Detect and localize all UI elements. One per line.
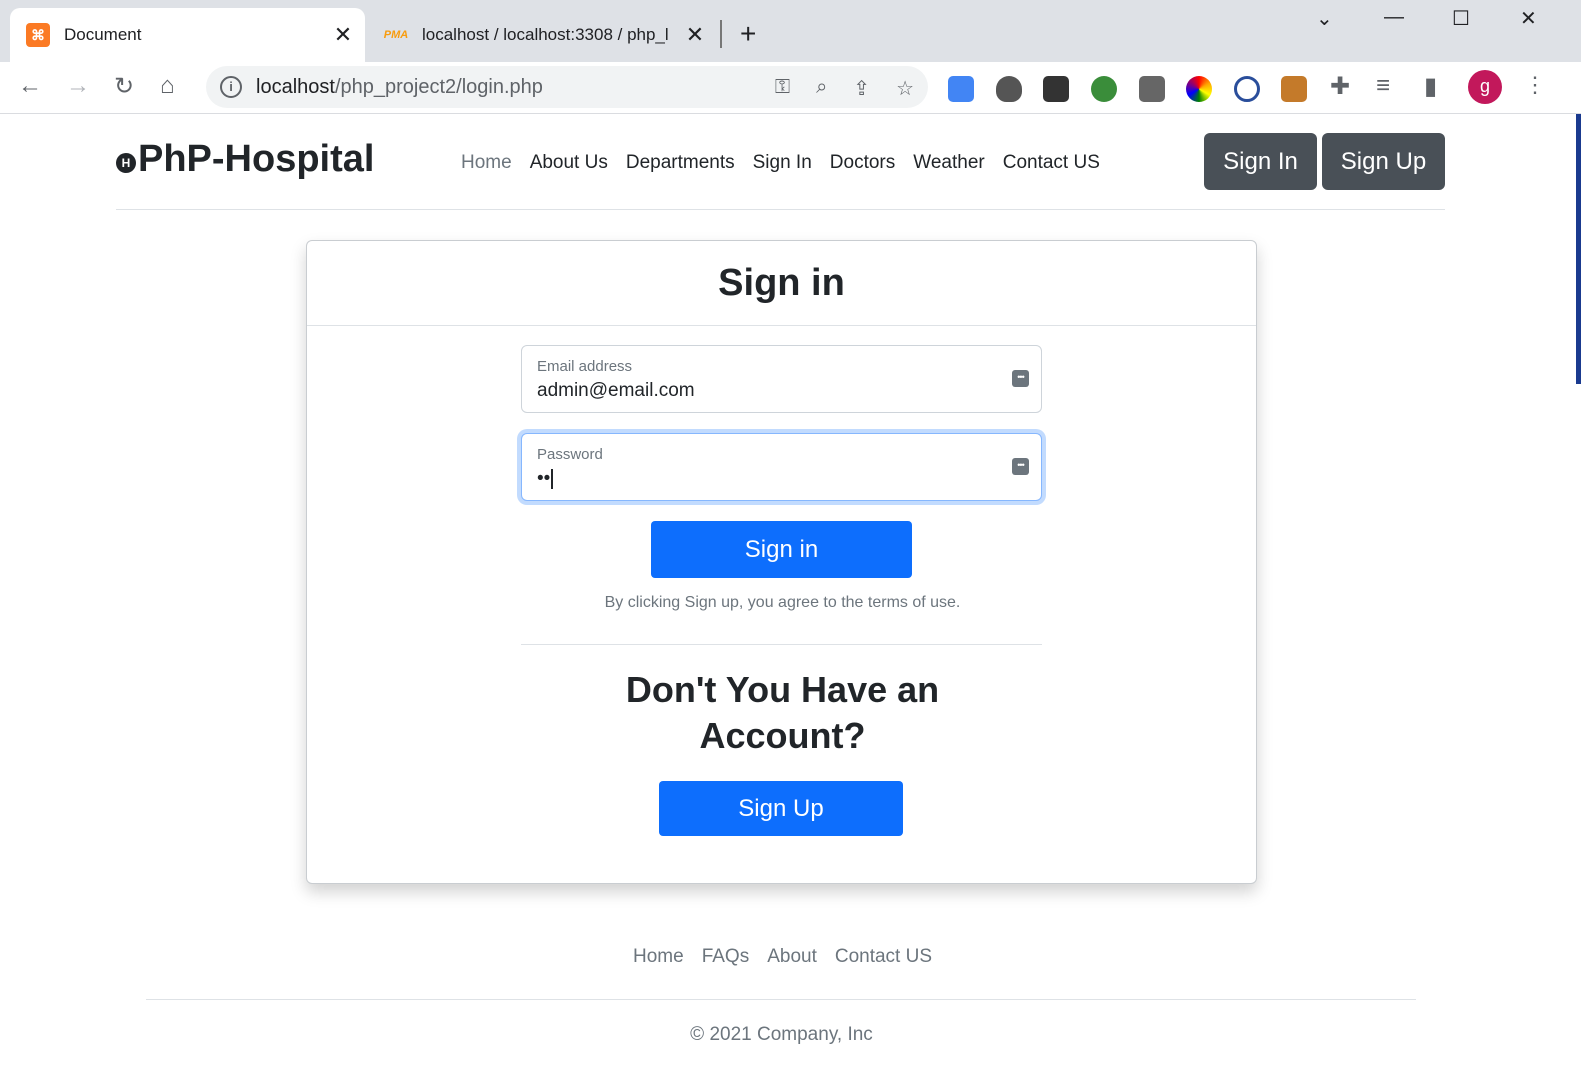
footer-home-link[interactable]: Home	[624, 946, 693, 968]
footer-contact-link[interactable]: Contact US	[826, 946, 941, 968]
nav-home[interactable]: Home	[452, 152, 521, 174]
no-account-heading: Don't You Have an Account?	[307, 667, 1258, 759]
back-icon[interactable]: ←	[18, 72, 42, 100]
footer-nav: Home FAQs About Contact US	[624, 946, 941, 968]
key-icon[interactable]: ⚿	[775, 76, 790, 101]
terms-text: By clicking Sign up, you agree to the te…	[604, 594, 961, 611]
sign-in-card: Sign in Email address admin@email.com ••…	[306, 240, 1257, 884]
url-host: localhost	[256, 75, 335, 98]
text-caret	[551, 468, 554, 489]
scrollbar-thumb[interactable]	[1576, 114, 1581, 384]
window-close-icon[interactable]: ✕	[1520, 6, 1537, 31]
sign-in-submit-button[interactable]: Sign in	[651, 521, 912, 578]
url-path: /php_project2/login.php	[334, 75, 543, 98]
hospital-logo-icon: H	[116, 152, 136, 173]
color-picker-extension-icon[interactable]	[1186, 76, 1212, 102]
footer-faqs-link[interactable]: FAQs	[693, 946, 759, 968]
address-bar[interactable]: i localhost/php_project2/login.php ⚿ ⌕ ⇪…	[206, 66, 928, 108]
sign-up-button[interactable]: Sign Up	[659, 781, 903, 836]
tab-phpmyadmin[interactable]: PMA localhost / localhost:3308 / php_l ✕	[372, 8, 717, 62]
password-value: ••	[537, 468, 554, 490]
nav-contact-us[interactable]: Contact US	[994, 152, 1109, 174]
home-icon[interactable]: ⌂	[160, 72, 175, 100]
phpmyadmin-icon: PMA	[383, 29, 409, 41]
card-title: Sign in	[307, 241, 1256, 326]
close-tab-icon[interactable]: ✕	[683, 22, 707, 48]
email-field[interactable]: Email address admin@email.com •••	[521, 345, 1042, 413]
tab-document[interactable]: ⌘ Document ✕	[10, 8, 365, 62]
download-manager-extension-icon[interactable]	[1091, 76, 1117, 102]
password-field[interactable]: Password •• •••	[521, 433, 1042, 501]
url-text: localhost/php_project2/login.php	[256, 76, 543, 99]
bookmark-star-icon[interactable]: ☆	[896, 76, 914, 101]
no-account-text: Don't You Have an Account?	[625, 669, 940, 756]
bitwarden-extension-icon[interactable]	[1139, 76, 1165, 102]
share-icon[interactable]: ⇪	[853, 76, 870, 101]
maximize-icon[interactable]: ☐	[1452, 6, 1470, 31]
nav-weather[interactable]: Weather	[904, 152, 993, 174]
tab-title: localhost / localhost:3308 / php_l	[422, 25, 669, 44]
header-divider	[116, 209, 1445, 210]
forward-icon[interactable]: →	[66, 72, 90, 100]
reload-icon[interactable]: ↻	[114, 72, 134, 101]
new-tab-icon[interactable]: +	[740, 18, 756, 50]
copyright: © 2021 Company, Inc	[690, 1024, 873, 1045]
footer-divider	[146, 999, 1416, 1000]
password-dots: ••	[537, 468, 551, 489]
scrollbar[interactable]	[1563, 114, 1581, 1070]
tab-separator	[720, 20, 722, 48]
header-sign-up-button[interactable]: Sign Up	[1322, 133, 1445, 190]
nav-sign-in[interactable]: Sign In	[744, 152, 821, 174]
brand-name: PhP-Hospital	[138, 138, 375, 180]
footer-about-link[interactable]: About	[758, 946, 826, 968]
email-value: admin@email.com	[537, 380, 695, 401]
search-extension-icon[interactable]	[1234, 76, 1260, 102]
zoom-icon[interactable]: ⌕	[816, 76, 827, 101]
tab-title: Document	[64, 25, 142, 44]
side-panel-icon[interactable]: ▮	[1424, 72, 1437, 101]
translate-extension-icon[interactable]	[948, 76, 974, 102]
nav-doctors[interactable]: Doctors	[821, 152, 904, 174]
main-nav: Home About Us Departments Sign In Doctor…	[452, 152, 1109, 174]
password-manager-icon[interactable]: •••	[1012, 370, 1029, 387]
email-label: Email address	[537, 358, 633, 375]
close-tab-icon[interactable]: ✕	[331, 22, 355, 48]
page: H PhP-Hospital Home About Us Departments…	[0, 114, 1563, 1070]
profile-avatar[interactable]: g	[1468, 70, 1502, 104]
browser-toolbar: ← → ↻ ⌂ i localhost/php_project2/login.p…	[0, 62, 1581, 114]
site-info-icon[interactable]: i	[220, 76, 242, 98]
card-divider	[521, 644, 1042, 645]
minimize-icon[interactable]: —	[1384, 6, 1404, 29]
password-manager-extension-icon[interactable]	[1043, 76, 1069, 102]
nav-departments[interactable]: Departments	[617, 152, 744, 174]
header-sign-in-button[interactable]: Sign In	[1204, 133, 1317, 190]
browser-tabbar: ⌘ Document ✕ PMA localhost / localhost:3…	[0, 0, 1581, 62]
extensions-puzzle-icon[interactable]: ✚	[1330, 72, 1350, 101]
password-label: Password	[537, 446, 603, 463]
menu-kebab-icon[interactable]: ⋮	[1524, 72, 1546, 98]
nav-about-us[interactable]: About Us	[521, 152, 617, 174]
password-manager-icon[interactable]: •••	[1012, 458, 1029, 475]
camelizer-extension-icon[interactable]	[1281, 76, 1307, 102]
brand-logo-link[interactable]: H PhP-Hospital	[116, 138, 374, 181]
omnibox-actions: ⚿ ⌕ ⇪ ☆	[775, 76, 914, 101]
tab-search-icon[interactable]: ⌄	[1316, 6, 1333, 31]
xampp-icon: ⌘	[26, 23, 50, 47]
reading-list-icon[interactable]: ≡	[1376, 72, 1390, 100]
ublock-extension-icon[interactable]	[996, 76, 1022, 102]
